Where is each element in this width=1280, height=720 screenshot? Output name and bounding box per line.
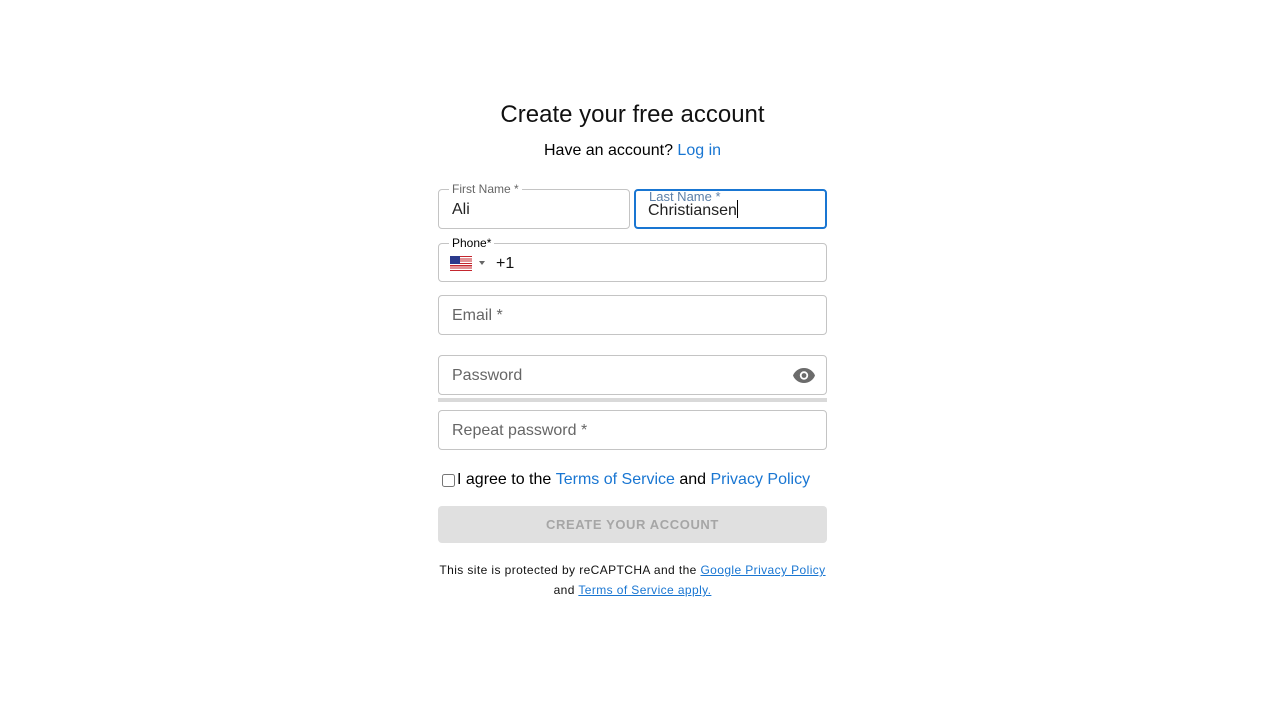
first-name-field[interactable]: First Name * Ali (438, 182, 630, 229)
country-dropdown-caret-icon[interactable] (479, 261, 485, 265)
password-field[interactable]: Password (438, 355, 827, 395)
text-caret (736, 200, 738, 218)
repeat-password-placeholder: Repeat password * (452, 422, 588, 439)
recaptcha-notice: This site is protected by reCAPTCHA and … (438, 560, 827, 600)
signup-form: Create your free account Have an account… (438, 100, 827, 597)
phone-field[interactable]: Phone* +1 (438, 236, 827, 282)
privacy-policy-link[interactable]: Privacy Policy (711, 470, 811, 490)
dial-code: +1 (496, 255, 515, 272)
password-placeholder: Password (452, 367, 523, 384)
last-name-value-wrap: Christiansen (648, 200, 738, 221)
create-account-button[interactable]: CREATE YOUR ACCOUNT (438, 506, 827, 543)
phone-label: Phone* (449, 236, 495, 250)
page-title: Create your free account (500, 101, 765, 128)
repeat-password-field[interactable]: Repeat password * (438, 410, 827, 450)
recaptcha-prefix: This site is protected by reCAPTCHA and … (439, 563, 697, 577)
have-account-text: Have an account? (543, 142, 673, 159)
last-name-value: Christiansen (648, 202, 737, 219)
email-field[interactable]: Email * (438, 295, 827, 335)
last-name-field[interactable]: Last Name * Christiansen (634, 189, 827, 229)
email-placeholder: Email * (452, 307, 503, 324)
terms-of-service-link[interactable]: Terms of Service (556, 470, 675, 490)
agree-prefix: I agree to the (457, 471, 552, 488)
first-name-value: Ali (452, 201, 470, 218)
terms-agreement: I agree to the Terms of Service and Priv… (441, 470, 810, 490)
terms-checkbox[interactable] (442, 473, 455, 487)
login-link[interactable]: Log in (677, 142, 721, 159)
agree-and: and (679, 471, 707, 488)
google-terms-link[interactable]: Terms of Service apply. (578, 583, 711, 597)
first-name-label: First Name * (449, 182, 522, 196)
us-flag-icon[interactable] (450, 256, 472, 271)
login-prompt: Have an account? Log in (438, 141, 827, 161)
google-privacy-policy-link[interactable]: Google Privacy Policy (700, 563, 825, 577)
password-strength-bar (438, 398, 827, 402)
recaptcha-and: and (553, 583, 575, 597)
eye-icon[interactable] (792, 365, 816, 385)
